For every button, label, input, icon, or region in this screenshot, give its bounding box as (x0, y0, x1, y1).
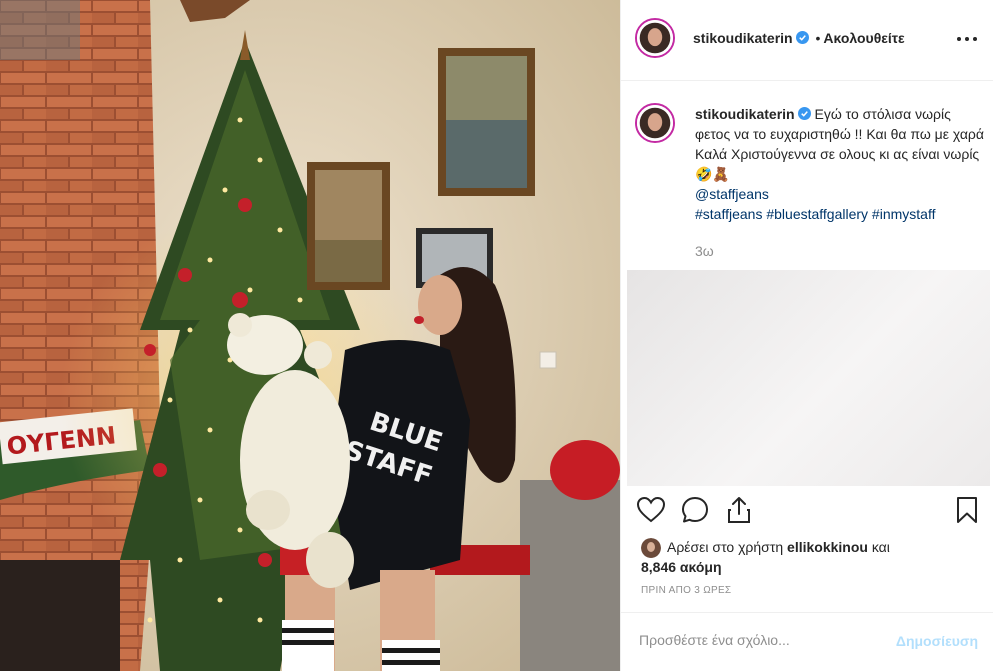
photo-image: ΟΥΓΕΝΝ BLUE STAFF (0, 0, 620, 671)
post-timestamp: ΠΡΙΝ ΑΠΟ 3 ΩΡΕΣ (641, 585, 732, 596)
share-icon[interactable] (723, 494, 755, 526)
header-user-line: stikoudikaterin • Ακολουθείτε (693, 30, 905, 46)
comment-box: Δημοσίευση (621, 612, 993, 672)
comment-input[interactable] (637, 631, 881, 649)
caption: stikoudikaterin Εγώ το στόλισα νωρίς φετ… (695, 104, 985, 224)
likes-count[interactable]: 8,846 ακόμη (641, 559, 722, 575)
bookmark-icon[interactable] (951, 494, 983, 526)
likes-prefix: Αρέσει στο χρήστη (667, 539, 784, 555)
caption-verified-badge-icon (797, 107, 811, 120)
liker-username[interactable]: ellikokkinou (787, 539, 868, 555)
post-photo[interactable]: ΟΥΓΕΝΝ BLUE STAFF (0, 0, 620, 671)
post-comment-button[interactable]: Δημοσίευση (896, 633, 978, 649)
avatar-image (637, 20, 673, 56)
likes-conj: και (871, 539, 890, 555)
blurred-comments-area (627, 270, 990, 486)
heart-icon[interactable] (635, 494, 667, 526)
caption-avatar-image (637, 105, 673, 141)
caption-time: 3ω (695, 243, 714, 259)
post-header: stikoudikaterin • Ακολουθείτε (621, 0, 993, 81)
header-separator: • (815, 30, 821, 46)
comment-icon[interactable] (679, 494, 711, 526)
caption-username[interactable]: stikoudikaterin (695, 106, 795, 122)
post-side-panel: stikoudikaterin • Ακολουθείτε stikoudikat… (620, 0, 993, 671)
more-options-icon[interactable] (956, 29, 978, 49)
header-username[interactable]: stikoudikaterin (693, 30, 793, 46)
following-button[interactable]: Ακολουθείτε (823, 30, 904, 46)
caption-avatar[interactable] (635, 103, 675, 143)
mention-link[interactable]: @staffjeans (695, 186, 769, 202)
verified-badge-icon (795, 31, 809, 44)
hashtag-links[interactable]: #staffjeans #bluestaffgallery #inmystaff (695, 206, 935, 222)
action-bar (621, 494, 993, 534)
likes-summary: Αρέσει στο χρήστη ellikokkinou και 8,846… (641, 537, 981, 577)
avatar[interactable] (635, 18, 675, 58)
